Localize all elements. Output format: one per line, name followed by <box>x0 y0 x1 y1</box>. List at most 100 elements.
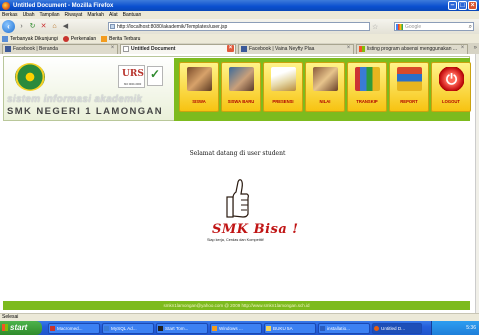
minimize-button[interactable]: – <box>448 1 457 10</box>
status-bar: Selesai <box>0 313 479 321</box>
urs-logo-text: URS <box>122 69 144 79</box>
home-button[interactable]: ⌂ <box>50 22 59 32</box>
task-label: Start Tom... <box>165 325 189 331</box>
close-tab-icon[interactable]: × <box>109 45 116 52</box>
taskbar-item-mysql[interactable]: MySQL Ad... <box>102 322 154 334</box>
bookmark-most-visited[interactable]: Terbanyak Dikunjungi <box>2 35 58 42</box>
students-group-icon <box>229 67 254 91</box>
firefox-icon <box>2 1 10 10</box>
tab-bar: Facebook | Beranda × Untitled Document ×… <box>0 43 479 54</box>
window-controls: – □ × <box>448 1 477 10</box>
vertical-scrollbar[interactable] <box>475 54 479 313</box>
rss-icon <box>101 35 108 42</box>
page-icon <box>110 24 115 29</box>
menu-label: PRESENSI <box>272 99 294 104</box>
menu-logout[interactable]: ⏻ LOGOUT <box>431 62 471 112</box>
start-button[interactable]: start <box>0 321 42 335</box>
menu-bantuan[interactable]: Bantuan <box>123 12 142 18</box>
task-label: Untitled D... <box>381 325 405 331</box>
word-icon <box>320 325 325 331</box>
search-placeholder: Google <box>405 24 422 30</box>
bookmark-latest-headlines[interactable]: Berita Terbaru <box>101 35 141 42</box>
menu-markah[interactable]: Markah <box>87 12 104 18</box>
back-button[interactable]: ‹ <box>2 20 15 33</box>
menu-presensi[interactable]: PRESENSI <box>263 62 303 112</box>
task-label: BUKU 5A <box>273 325 293 331</box>
folder-icon <box>2 35 8 42</box>
menu-riwayat[interactable]: Riwayat <box>65 12 83 18</box>
iso-text: ISO 9001:2000 <box>123 83 142 86</box>
bookmark-star-icon[interactable]: ☆ <box>372 23 378 31</box>
taskbar-item-buku[interactable]: BUKU 5A <box>264 322 316 334</box>
menu-tampilan[interactable]: Tampilan <box>40 12 60 18</box>
close-tab-icon[interactable]: × <box>227 45 234 52</box>
bookmark-label: Berita Terbaru <box>109 35 141 42</box>
taskbar-item-macromedia[interactable]: Macromed... <box>48 322 100 334</box>
menu-alat[interactable]: Alat <box>109 12 118 18</box>
tab-untitled-document[interactable]: Untitled Document × <box>120 44 236 54</box>
taskbar-item-windows[interactable]: Windows ... <box>210 322 262 334</box>
tab-label: Facebook | Vaina Neyfty Plaa <box>249 46 315 52</box>
search-input[interactable]: Google ⌕ <box>394 22 474 31</box>
grades-icon <box>313 67 338 91</box>
menu-nilai[interactable]: NILAI <box>305 62 345 112</box>
task-label: installatio... <box>327 325 350 331</box>
menu-siswa-baru[interactable]: SISWA BARU <box>221 62 261 112</box>
forward-button[interactable]: › <box>17 22 26 32</box>
page-icon <box>123 46 129 52</box>
close-tab-icon[interactable]: × <box>459 45 466 52</box>
url-text: http://localhost:8080/akademik/Templates… <box>117 24 228 30</box>
quality-check-logo: ✓ <box>147 66 163 86</box>
heart-icon <box>62 35 69 42</box>
window-title: Untitled Document - Mozilla Firefox <box>13 2 114 9</box>
tab-label: Facebook | Beranda <box>13 46 58 52</box>
taskbar-item-installation[interactable]: installatio... <box>318 322 370 334</box>
bookmarks-bar: Terbanyak Dikunjungi Perkenalan Berita T… <box>0 34 479 43</box>
reload-button[interactable]: ↻ <box>28 22 37 32</box>
firefox-window: Untitled Document - Mozilla Firefox – □ … <box>0 0 479 335</box>
school-name: SMK NEGERI 1 LAMONGAN <box>7 106 164 117</box>
school-tagline: sistem informasi akademik <box>7 94 143 105</box>
motto-title: SMK Bisa ! <box>212 222 299 237</box>
close-button[interactable]: × <box>468 1 477 10</box>
tab-label: Untitled Document <box>131 46 176 52</box>
menu-report[interactable]: REPORT <box>389 62 429 112</box>
tab-facebook-profile[interactable]: Facebook | Vaina Neyfty Plaa × <box>238 44 354 54</box>
system-tray: 5:36 <box>431 321 479 335</box>
folder-icon <box>266 325 271 331</box>
menu-label: LOGOUT <box>442 99 460 104</box>
urs-certification-logo: URS ISO 9001:2000 <box>118 65 145 88</box>
stop-button[interactable]: ✕ <box>39 22 48 32</box>
bookmark-menu-button[interactable]: ◀ <box>61 22 70 32</box>
menu-siswa[interactable]: SISWA <box>179 62 219 112</box>
navigation-toolbar: ‹ › ↻ ✕ ⌂ ◀ http://localhost:8080/akadem… <box>0 19 479 34</box>
address-bar[interactable]: http://localhost:8080/akademik/Templates… <box>108 22 370 31</box>
student-photo-icon <box>187 67 212 91</box>
welcome-message: Selamat datang di user student <box>189 150 286 157</box>
facebook-icon <box>241 46 247 52</box>
menu-ubah[interactable]: Ubah <box>23 12 35 18</box>
menu-transkip[interactable]: TRANSKIP <box>347 62 387 112</box>
mysql-icon <box>104 325 109 331</box>
taskbar-item-start-tomcat[interactable]: Start Tom... <box>156 322 208 334</box>
main-menu: SISWA SISWA BARU PRESENSI NILAI TRANSKIP <box>174 58 471 121</box>
close-tab-icon[interactable]: × <box>345 45 352 52</box>
menu-label: SISWA <box>192 99 206 104</box>
motto-tagline: Siap kerja, Cerdas dan Kompetitif <box>207 238 264 242</box>
bookmark-getting-started[interactable]: Perkenalan <box>62 35 96 42</box>
taskbar-item-untitled[interactable]: Untitled D... <box>372 322 422 334</box>
menu-bar: Berkas Ubah Tampilan Riwayat Markah Alat… <box>0 11 479 19</box>
menu-berkas[interactable]: Berkas <box>2 12 18 18</box>
clock[interactable]: 5:36 <box>466 325 476 331</box>
tab-facebook-beranda[interactable]: Facebook | Beranda × <box>2 44 118 54</box>
notebook-icon <box>271 67 296 91</box>
search-icon[interactable]: ⌕ <box>469 23 472 31</box>
windows-icon <box>212 325 217 331</box>
task-label: Macromed... <box>57 325 83 331</box>
maximize-button[interactable]: □ <box>458 1 467 10</box>
tab-list-icon[interactable]: » <box>474 45 477 51</box>
windows-taskbar: start Macromed... MySQL Ad... Start Tom.… <box>0 321 479 335</box>
tab-listing-program[interactable]: listing program absensi menggunakan ... … <box>356 44 468 54</box>
thumbs-up-icon <box>226 179 249 218</box>
menu-label: TRANSKIP <box>356 99 378 104</box>
